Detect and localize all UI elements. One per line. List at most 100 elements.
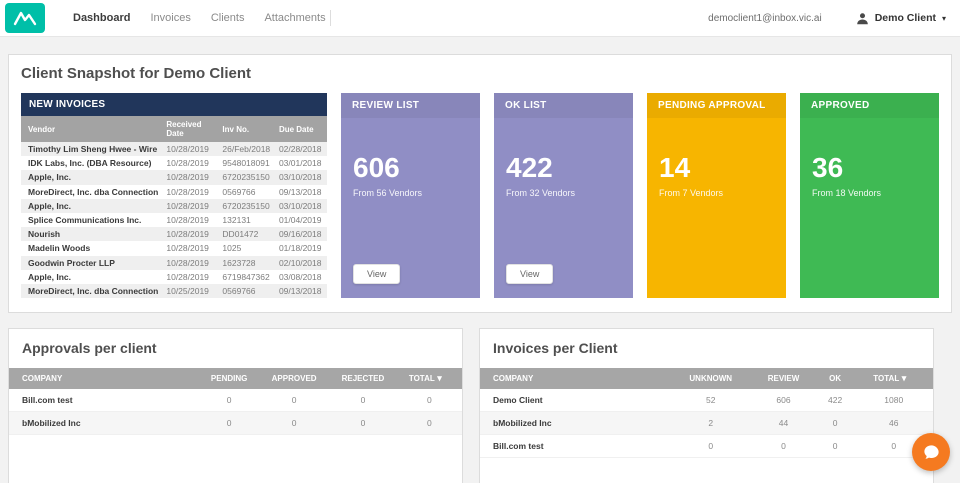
table-cell: Nourish xyxy=(28,229,61,240)
table-cell: IDK Labs, Inc. (DBA Resource) xyxy=(28,158,152,169)
panel-title: PENDING APPROVAL xyxy=(647,93,786,118)
table-cell: 0 xyxy=(396,411,462,436)
table-cell: MoreDirect, Inc. dba Connection xyxy=(28,285,159,296)
table-row[interactable]: Apple, Inc. 10/28/2019 6720235150 03/10/201… xyxy=(21,198,327,213)
column-header-received-date[interactable]: Received Date xyxy=(162,116,219,142)
table-cell: bMobilized Inc xyxy=(9,411,200,436)
table-cell: bMobilized Inc xyxy=(480,411,671,436)
table-row[interactable]: Bill.com test 0 0 0 0 xyxy=(9,389,462,413)
table-row[interactable]: Bill.com test 0 0 0 0 xyxy=(480,434,933,459)
table-row[interactable]: Apple, Inc. 10/28/2019 6719847362 03/08/201… xyxy=(21,270,327,284)
column-header-pending[interactable]: PENDING xyxy=(199,368,260,390)
invoices-per-client-title: Invoices per Client xyxy=(493,340,618,357)
table-cell: Madelin Woods xyxy=(28,243,91,254)
column-header-vendor[interactable]: Vendor xyxy=(21,116,163,142)
panel-ok-list: OK LIST 422 From 32 Vendors View xyxy=(494,93,633,299)
invoices-per-client-card: Invoices per Client COMPANY UNKNOWN REVIEW… xyxy=(479,328,934,483)
panel-body: 36 From 18 Vendors xyxy=(800,118,939,199)
table-row[interactable]: Apple, Inc. 10/28/2019 6720235150 03/10/201… xyxy=(21,170,327,185)
nav-item-invoices[interactable]: Invoices xyxy=(150,12,190,24)
table-cell: 0 xyxy=(670,434,752,459)
column-header-total[interactable]: TOTAL ▾ xyxy=(396,368,462,390)
table-cell: 1025 xyxy=(222,243,242,254)
table-cell: Timothy Lim Sheng Hwee - Wire xyxy=(28,144,158,154)
table-row[interactable]: MoreDirect, Inc. dba Connection 10/25/201… xyxy=(21,283,327,299)
panel-count: 606 xyxy=(353,152,400,183)
column-header-company[interactable]: COMPANY xyxy=(480,368,671,390)
table-cell: Bill.com test xyxy=(480,434,671,459)
column-header-due-date[interactable]: Due Date xyxy=(274,116,327,142)
view-button[interactable]: View xyxy=(353,264,401,285)
app-logo[interactable] xyxy=(5,3,45,33)
table-row[interactable]: Splice Communications Inc. 10/28/2019 1321… xyxy=(21,213,327,227)
table-cell: 6719847362 xyxy=(222,271,270,282)
column-header-approved[interactable]: APPROVED xyxy=(259,368,330,390)
table-cell: MoreDirect, Inc. dba Connection xyxy=(28,186,159,197)
table-cell: 9548018091 xyxy=(222,158,270,169)
approvals-table: COMPANY PENDING APPROVED REJECTED TOTAL ▾ Bil… xyxy=(9,368,462,436)
table-cell: 09/13/2018 xyxy=(278,186,322,197)
table-cell: 0 xyxy=(329,411,397,436)
table-row[interactable]: bMobilized Inc 0 0 0 0 xyxy=(9,411,462,436)
panel-count: 36 xyxy=(812,152,844,183)
panel-subtitle: From 56 Vendors xyxy=(353,188,423,198)
main-nav: Dashboard Invoices Clients Attachments xyxy=(73,12,326,24)
column-header-company[interactable]: COMPANY xyxy=(9,368,200,390)
nav-item-dashboard[interactable]: Dashboard xyxy=(73,12,130,24)
table-cell: 6720235150 xyxy=(222,172,270,183)
table-cell: 02/10/2018 xyxy=(278,257,322,268)
table-row[interactable]: bMobilized Inc 2 44 0 46 xyxy=(480,411,933,436)
table-cell: 2 xyxy=(670,411,752,436)
peaks-logo-icon xyxy=(13,11,37,26)
nav-divider xyxy=(329,10,331,26)
table-row[interactable]: MoreDirect, Inc. dba Connection 10/28/201… xyxy=(21,185,327,199)
table-cell: 0 xyxy=(329,389,397,413)
nav-item-attachments[interactable]: Attachments xyxy=(264,12,325,24)
column-header-review[interactable]: REVIEW xyxy=(751,368,816,390)
table-row[interactable]: Madelin Woods 10/28/2019 1025 01/18/2019 xyxy=(21,241,327,255)
panel-body: 14 From 7 Vendors xyxy=(647,118,786,199)
column-header-ok[interactable]: OK xyxy=(815,368,855,390)
table-cell: 0 xyxy=(815,411,855,436)
column-header-total[interactable]: TOTAL ▾ xyxy=(854,368,933,390)
table-cell: 03/01/2018 xyxy=(278,158,322,169)
table-row[interactable]: IDK Labs, Inc. (DBA Resource) 10/28/2019 9… xyxy=(21,156,327,170)
user-menu[interactable]: Demo Client ▾ xyxy=(856,12,946,25)
nav-item-clients[interactable]: Clients xyxy=(211,12,245,24)
table-cell: 0569766 xyxy=(222,186,256,197)
panel-pending-approval: PENDING APPROVAL 14 From 7 Vendors xyxy=(647,93,786,299)
table-row[interactable]: Goodwin Procter LLP 10/28/2019 1623728 02/1… xyxy=(21,255,327,270)
snapshot-row: NEW INVOICES Vendor Received Date Inv No. D… xyxy=(21,93,939,299)
table-cell: 0 xyxy=(259,411,330,436)
table-cell: Apple, Inc. xyxy=(28,271,71,282)
bottom-row: Approvals per client COMPANY PENDING APPRO… xyxy=(8,328,934,483)
table-cell: Apple, Inc. xyxy=(28,172,71,183)
table-cell: Demo Client xyxy=(480,389,671,413)
table-cell: 0 xyxy=(396,389,462,413)
table-cell: 03/10/2018 xyxy=(278,172,322,183)
table-cell: 10/28/2019 xyxy=(166,229,209,240)
table-cell: 10/25/2019 xyxy=(166,285,209,296)
table-cell: 0 xyxy=(199,389,260,413)
table-cell: DD01472 xyxy=(222,229,259,240)
invoices-per-client-table: COMPANY UNKNOWN REVIEW OK TOTAL ▾ Demo Client… xyxy=(480,368,933,459)
top-navbar: Dashboard Invoices Clients Attachments demo… xyxy=(0,0,960,37)
table-cell: 0 xyxy=(259,389,330,413)
view-button[interactable]: View xyxy=(506,264,554,285)
table-cell: 1623728 xyxy=(222,257,256,268)
table-cell: 0 xyxy=(751,434,816,459)
table-cell: 03/08/2018 xyxy=(278,271,322,282)
table-row[interactable]: Timothy Lim Sheng Hwee - Wire 10/28/2019 2… xyxy=(21,142,327,157)
table-cell: 132131 xyxy=(222,214,251,225)
approvals-per-client-card: Approvals per client COMPANY PENDING APPRO… xyxy=(8,328,463,483)
chat-bubble-icon xyxy=(923,444,939,459)
table-cell: 09/16/2018 xyxy=(278,229,322,240)
panel-count: 422 xyxy=(506,152,553,183)
table-row[interactable]: Nourish 10/28/2019 DD01472 09/16/2018 xyxy=(21,227,327,242)
chat-launcher-button[interactable] xyxy=(912,433,950,471)
table-row[interactable]: Demo Client 52 606 422 1080 xyxy=(480,389,933,413)
panel-body: 422 From 32 Vendors xyxy=(494,118,633,199)
column-header-rejected[interactable]: REJECTED xyxy=(329,368,397,390)
column-header-inv-no[interactable]: Inv No. xyxy=(218,116,275,142)
column-header-unknown[interactable]: UNKNOWN xyxy=(670,368,752,390)
